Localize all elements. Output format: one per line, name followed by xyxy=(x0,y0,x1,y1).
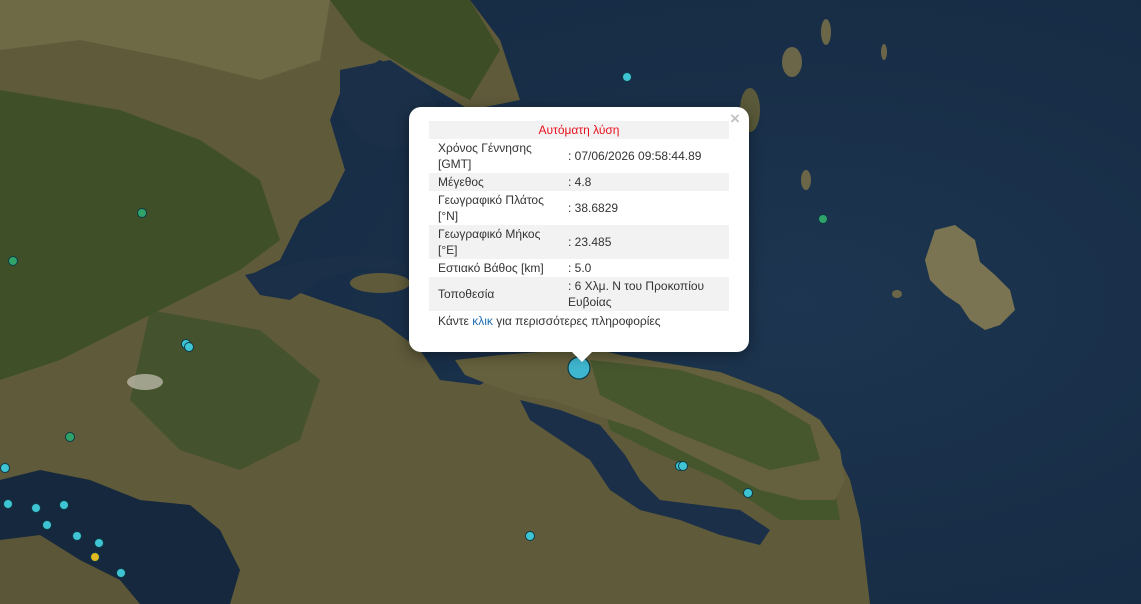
earthquake-marker[interactable] xyxy=(525,531,535,541)
islet xyxy=(782,47,802,77)
earthquake-marker[interactable] xyxy=(678,461,688,471)
snow-patch xyxy=(127,374,163,390)
row-value: : 5.0 xyxy=(568,261,592,275)
earthquake-marker[interactable] xyxy=(116,568,126,578)
earthquake-marker[interactable] xyxy=(59,500,69,510)
more-info-link[interactable]: κλικ xyxy=(472,314,493,328)
row-value: : 38.6829 xyxy=(568,201,619,215)
earthquake-marker[interactable] xyxy=(94,538,104,548)
earthquake-marker[interactable] xyxy=(137,208,147,218)
islet xyxy=(892,290,902,298)
row-label: Γεωγραφικό Πλάτος [°N] xyxy=(438,193,544,223)
earthquake-marker[interactable] xyxy=(72,531,82,541)
popup-pointer xyxy=(571,351,593,362)
more-info-prefix: Κάντε xyxy=(438,314,473,328)
earthquake-popup: × Αυτόματη λύση Χρόνος Γέννησης [GMT] : … xyxy=(409,107,749,362)
islet xyxy=(801,170,811,190)
earthquake-marker[interactable] xyxy=(3,499,13,509)
row-value: : 6 Χλμ. Ν του Προκοπίου Ευβοίας xyxy=(568,279,705,309)
more-info-suffix: για περισσότερες πληροφορίες xyxy=(492,314,661,328)
row-label: Εστιακό Βάθος [km] xyxy=(438,261,544,275)
islet xyxy=(881,44,887,60)
islet xyxy=(350,273,410,293)
row-label: Γεωγραφικό Μήκος [°E] xyxy=(438,227,541,257)
earthquake-marker[interactable] xyxy=(0,463,10,473)
row-value: : 4.8 xyxy=(568,175,592,189)
more-info-line: Κάντε κλικ για περισσότερες πληροφορίες xyxy=(429,311,729,328)
row-value: : 23.485 xyxy=(568,235,612,249)
earthquake-marker[interactable] xyxy=(90,552,100,562)
earthquake-marker[interactable] xyxy=(31,503,41,513)
earthquake-marker[interactable] xyxy=(622,72,632,82)
row-label: Μέγεθος xyxy=(438,175,484,189)
earthquake-marker[interactable] xyxy=(8,256,18,266)
earthquake-info-table: Αυτόματη λύση Χρόνος Γέννησης [GMT] : 07… xyxy=(429,121,729,311)
close-icon[interactable]: × xyxy=(726,110,744,128)
row-value: : 07/06/2026 09:58:44.89 xyxy=(568,149,702,163)
earthquake-marker[interactable] xyxy=(818,214,828,224)
row-label: Χρόνος Γέννησης [GMT] xyxy=(438,141,532,171)
earthquake-marker[interactable] xyxy=(42,520,52,530)
popup-header: Αυτόματη λύση xyxy=(538,123,620,137)
earthquake-marker[interactable] xyxy=(184,342,194,352)
earthquake-marker[interactable] xyxy=(65,432,75,442)
islet xyxy=(821,19,831,45)
row-label: Τοποθεσία xyxy=(438,287,495,301)
earthquake-marker[interactable] xyxy=(743,488,753,498)
